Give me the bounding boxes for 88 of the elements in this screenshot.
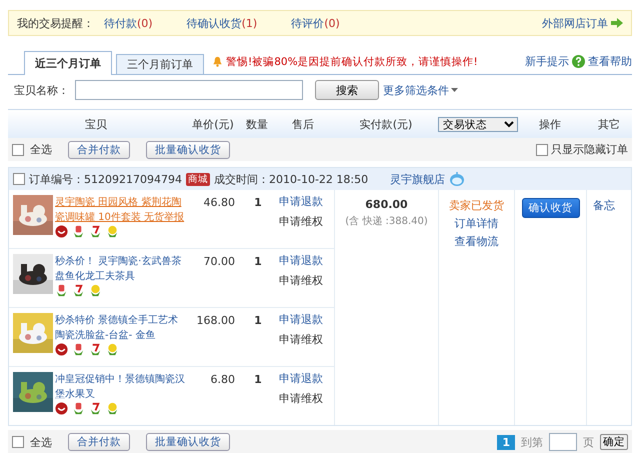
refund-link[interactable]: 申请退款 bbox=[279, 254, 335, 268]
flower-icon bbox=[89, 284, 102, 298]
column-header: 单价(元) bbox=[191, 116, 235, 132]
column-header: 售后 bbox=[291, 116, 315, 132]
refund-link[interactable]: 申请退款 bbox=[279, 313, 335, 327]
merge-pay-button[interactable]: 合并付款 bbox=[68, 140, 130, 158]
page-unit: 页 bbox=[583, 434, 594, 450]
goto-label: 到第 bbox=[521, 434, 543, 450]
reminder-link[interactable]: 待付款(0) bbox=[104, 16, 153, 30]
product-link[interactable]: 秒杀价！ 灵宇陶瓷·玄武兽茶盘鱼化龙工夫茶具 bbox=[55, 254, 185, 284]
flower-icon bbox=[106, 402, 119, 416]
merge-pay-button[interactable]: 合并付款 bbox=[68, 433, 130, 451]
shop-link[interactable]: 灵宇旗舰店 bbox=[390, 172, 446, 186]
dispute-link[interactable]: 申请维权 bbox=[279, 215, 335, 229]
column-header: 其它 bbox=[597, 116, 621, 132]
flower-pot-icon bbox=[72, 284, 85, 298]
dispute-link[interactable]: 申请维权 bbox=[279, 274, 335, 288]
refund-link[interactable]: 申请退款 bbox=[279, 372, 335, 386]
smile-icon bbox=[55, 343, 68, 356]
tab[interactable]: 近三个月订单 bbox=[24, 51, 112, 75]
deal-time: 成交时间：2010-10-22 18:50 bbox=[214, 172, 368, 186]
reminder-label: 我的交易提醒： bbox=[17, 16, 94, 30]
checkbox[interactable] bbox=[12, 436, 24, 448]
chat-icon[interactable] bbox=[449, 172, 466, 186]
confirm-receipt-button[interactable]: 确认收货 bbox=[522, 198, 580, 218]
field-label: 宝贝名称： bbox=[14, 82, 69, 98]
order-detail-link[interactable]: 订单详情 bbox=[454, 216, 498, 231]
checkbox[interactable] bbox=[13, 173, 25, 185]
shipping-fee: (含 快递 :388.40) bbox=[345, 214, 428, 228]
flower-icon bbox=[106, 225, 119, 238]
order-status: 卖家已发货 bbox=[449, 198, 504, 213]
flower-pot-icon bbox=[72, 402, 85, 416]
unit-price: 168.00 bbox=[196, 313, 236, 329]
dispute-link[interactable]: 申请维权 bbox=[279, 333, 335, 347]
column-header: 宝贝 bbox=[84, 116, 108, 132]
batch-confirm-button[interactable]: 批量确认收货 bbox=[146, 433, 230, 451]
batch-confirm-button[interactable]: 批量确认收货 bbox=[146, 140, 230, 158]
smile-icon bbox=[55, 225, 68, 238]
ok-button[interactable]: 确定 bbox=[600, 434, 628, 450]
page-button[interactable]: 1 bbox=[497, 434, 515, 450]
product-link[interactable]: 秒杀特价 景德镇全手工艺术陶瓷洗脸盆-台盆- 金鱼 bbox=[55, 313, 185, 343]
arrow-icon bbox=[611, 18, 623, 28]
flower-icon bbox=[106, 343, 119, 356]
quantity: 1 bbox=[253, 372, 263, 388]
product-link[interactable]: 冲皇冠促销中！景德镇陶瓷汉堡水果叉 bbox=[55, 372, 185, 402]
status-dropdown[interactable]: 交易状态 bbox=[438, 116, 518, 132]
help-link[interactable]: 查看帮助 bbox=[588, 54, 632, 69]
flower-pot-icon bbox=[89, 343, 102, 356]
checkbox-label: 只显示隐藏订单 bbox=[551, 142, 628, 157]
more-filters-link[interactable]: 更多筛选条件 bbox=[383, 82, 449, 98]
checkbox[interactable] bbox=[536, 144, 548, 156]
total-paid: 680.00 bbox=[365, 198, 408, 211]
mall-badge: 商城 bbox=[186, 172, 210, 186]
external-orders-link[interactable]: 外部网店订单 bbox=[542, 16, 608, 30]
unit-price: 70.00 bbox=[202, 254, 236, 270]
dispute-link[interactable]: 申请维权 bbox=[279, 392, 335, 406]
page-input[interactable] bbox=[549, 433, 577, 451]
flower-pot-icon bbox=[89, 225, 102, 238]
flower-pot-icon bbox=[89, 402, 102, 416]
logistics-link[interactable]: 查看物流 bbox=[454, 234, 498, 249]
tips-link[interactable]: 新手提示 bbox=[525, 54, 569, 69]
tab[interactable]: 三个月前订单 bbox=[116, 54, 204, 74]
smile-icon bbox=[55, 402, 68, 416]
memo-link[interactable]: 备忘 bbox=[593, 198, 615, 213]
search-button[interactable]: 搜索 bbox=[315, 80, 379, 100]
refund-link[interactable]: 申请退款 bbox=[279, 195, 335, 209]
column-header: 操作 bbox=[538, 116, 562, 132]
checkbox[interactable] bbox=[12, 144, 24, 156]
quantity: 1 bbox=[253, 195, 263, 211]
order-number: 订单编号：51209217094794 bbox=[29, 172, 182, 186]
column-header: 实付款(元) bbox=[358, 116, 414, 132]
reminder-link[interactable]: 待评价(0) bbox=[291, 16, 340, 30]
column-header: 数量 bbox=[245, 116, 269, 132]
reminder-link[interactable]: 待确认收货(1) bbox=[186, 16, 258, 30]
flower-pot-icon bbox=[72, 225, 85, 238]
flower-pot-icon bbox=[72, 343, 85, 356]
caret-icon bbox=[451, 88, 458, 92]
quantity: 1 bbox=[253, 254, 263, 270]
select-all-label: 全选 bbox=[30, 434, 52, 450]
search-field[interactable] bbox=[75, 80, 303, 100]
help-icon bbox=[572, 55, 585, 68]
select-all-label: 全选 bbox=[30, 142, 52, 157]
flower-pot-icon bbox=[55, 284, 68, 298]
unit-price: 46.80 bbox=[202, 195, 236, 211]
quantity: 1 bbox=[253, 313, 263, 329]
unit-price: 6.80 bbox=[210, 372, 236, 388]
bell-icon bbox=[212, 56, 223, 67]
warning-text: 警惕!被骗80%是因提前确认付款所致，请谨慎操作! bbox=[226, 54, 478, 68]
